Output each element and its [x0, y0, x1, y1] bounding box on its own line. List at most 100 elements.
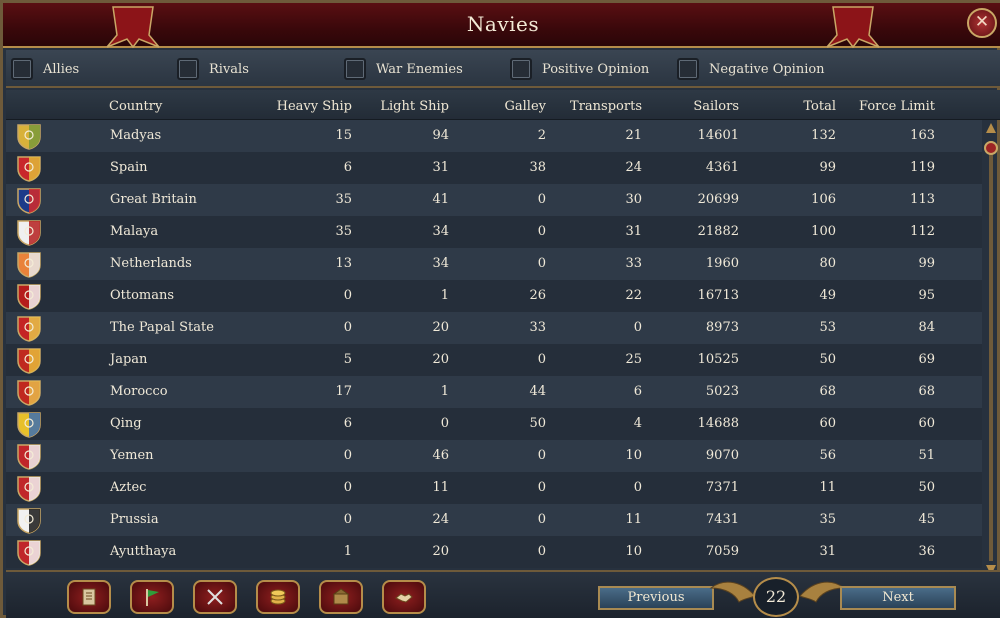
navies-window: Navies ✕ Allies Rivals War Enemies Posit…	[0, 0, 1000, 618]
flag-button[interactable]	[130, 580, 174, 614]
transports-cell: 33	[625, 256, 642, 271]
filter-rivals[interactable]: Rivals	[177, 56, 249, 82]
country-name[interactable]: Netherlands	[110, 256, 192, 271]
ledger-button[interactable]	[67, 580, 111, 614]
country-name[interactable]: Prussia	[110, 512, 159, 527]
filter-label: Negative Opinion	[709, 61, 825, 77]
dragon-shield-icon[interactable]	[16, 411, 42, 438]
table-row[interactable]: Aztec 0 11 0 0 7371 11 50	[6, 472, 982, 504]
star-shield-icon[interactable]	[16, 379, 42, 406]
table-row[interactable]: Qing 6 0 50 4 14688 60 60	[6, 408, 982, 440]
glyph-shield-icon[interactable]	[16, 475, 42, 502]
force-limit-cell: 60	[918, 416, 935, 431]
filter-allies[interactable]: Allies	[11, 56, 79, 82]
heavy-cell: 6	[343, 160, 352, 175]
filter-label: Positive Opinion	[542, 61, 650, 77]
diplomacy-button[interactable]	[382, 580, 426, 614]
positive-opinion-checkbox[interactable]	[510, 58, 532, 80]
eagle-shield-icon[interactable]	[16, 123, 42, 150]
quartered-shield-icon[interactable]	[16, 219, 42, 246]
table-row[interactable]: Ottomans 0 1 26 22 16713 49 95	[6, 280, 982, 312]
table-row[interactable]: Malaya 35 34 0 31 21882 100 112	[6, 216, 982, 248]
crescent-shield-icon[interactable]	[16, 283, 42, 310]
country-name[interactable]: Great Britain	[110, 192, 197, 207]
previous-button[interactable]: Previous	[598, 586, 714, 610]
table-row[interactable]: Japan 5 20 0 25 10525 50 69	[6, 344, 982, 376]
close-button[interactable]: ✕	[967, 8, 997, 38]
total-cell: 106	[811, 192, 836, 207]
country-name[interactable]: Qing	[110, 416, 142, 431]
country-name[interactable]: The Papal State	[110, 320, 214, 335]
keys-shield-icon[interactable]	[16, 315, 42, 342]
filter-war-enemies[interactable]: War Enemies	[344, 56, 463, 82]
sailors-cell: 7059	[705, 544, 739, 559]
transports-cell: 10	[625, 544, 642, 559]
heavy-cell: 0	[343, 320, 352, 335]
eagle-shield-icon[interactable]	[16, 507, 42, 534]
sailors-cell: 16713	[697, 288, 739, 303]
country-name[interactable]: Yemen	[110, 448, 154, 463]
column-header-sailors[interactable]: Sailors	[671, 99, 739, 114]
light-cell: 31	[432, 160, 449, 175]
table-row[interactable]: The Papal State 0 20 33 0 8973 53 84	[6, 312, 982, 344]
light-cell: 24	[432, 512, 449, 527]
military-button[interactable]	[193, 580, 237, 614]
scroll-track[interactable]	[989, 141, 993, 561]
country-name[interactable]: Ayutthaya	[110, 544, 176, 559]
light-cell: 46	[432, 448, 449, 463]
rivals-checkbox[interactable]	[177, 58, 199, 80]
economy-button[interactable]	[256, 580, 300, 614]
filter-negative-opinion[interactable]: Negative Opinion	[677, 56, 825, 82]
union-jack-shield-icon[interactable]	[16, 187, 42, 214]
elephant-shield-icon[interactable]	[16, 539, 42, 566]
country-name[interactable]: Madyas	[110, 128, 161, 143]
table-row[interactable]: Prussia 0 24 0 11 7431 35 45	[6, 504, 982, 536]
heavy-cell: 0	[343, 288, 352, 303]
column-header-transports[interactable]: Transports	[561, 99, 642, 114]
table-row[interactable]: Yemen 0 46 0 10 9070 56 51	[6, 440, 982, 472]
galley-cell: 38	[529, 160, 546, 175]
galley-cell: 0	[537, 192, 546, 207]
striped-shield-icon[interactable]	[16, 251, 42, 278]
country-name[interactable]: Aztec	[110, 480, 146, 495]
table-row[interactable]: Madyas 15 94 2 21 14601 132 163	[6, 120, 982, 152]
scrollbar[interactable]	[984, 123, 998, 575]
table-row[interactable]: Great Britain 35 41 0 30 20699 106 113	[6, 184, 982, 216]
scroll-up-arrow-icon[interactable]	[986, 123, 996, 133]
column-header-heavy-ship[interactable]: Heavy Ship	[266, 99, 352, 114]
sun-shield-icon[interactable]	[16, 347, 42, 374]
right-wing-ornament	[799, 581, 846, 603]
total-cell: 80	[819, 256, 836, 271]
table-row[interactable]: Ayutthaya 1 20 0 10 7059 31 36	[6, 536, 982, 568]
negative-opinion-checkbox[interactable]	[677, 58, 699, 80]
table-row[interactable]: Netherlands 13 34 0 33 1960 80 99	[6, 248, 982, 280]
light-cell: 1	[440, 288, 449, 303]
sailors-cell: 14601	[697, 128, 739, 143]
column-header-galley[interactable]: Galley	[476, 99, 547, 114]
table-row[interactable]: Morocco 17 1 44 6 5023 68 68	[6, 376, 982, 408]
column-header-light-ship[interactable]: Light Ship	[366, 99, 449, 114]
column-header-country[interactable]: Country	[109, 99, 162, 114]
next-button[interactable]: Next	[840, 586, 956, 610]
filter-positive-opinion[interactable]: Positive Opinion	[510, 56, 649, 82]
war-enemies-checkbox[interactable]	[344, 58, 366, 80]
trade-button[interactable]	[319, 580, 363, 614]
allies-checkbox[interactable]	[11, 58, 33, 80]
country-name[interactable]: Malaya	[110, 224, 158, 239]
bottom-bar: Previous 22 Next	[6, 570, 1000, 618]
quartered-shield-icon[interactable]	[16, 155, 42, 182]
table-row[interactable]: Spain 6 31 38 24 4361 99 119	[6, 152, 982, 184]
country-name[interactable]: Morocco	[110, 384, 168, 399]
galley-cell: 0	[537, 224, 546, 239]
column-header-force-limit[interactable]: Force Limit	[851, 99, 935, 114]
galley-cell: 0	[537, 352, 546, 367]
galley-cell: 26	[529, 288, 546, 303]
country-name[interactable]: Ottomans	[110, 288, 174, 303]
country-name[interactable]: Japan	[110, 352, 147, 367]
country-name[interactable]: Spain	[110, 160, 148, 175]
column-header-total[interactable]: Total	[776, 99, 836, 114]
crescent-shield-icon[interactable]	[16, 443, 42, 470]
total-cell: 132	[811, 128, 836, 143]
heavy-cell: 1	[343, 544, 352, 559]
scroll-thumb[interactable]	[984, 141, 998, 155]
